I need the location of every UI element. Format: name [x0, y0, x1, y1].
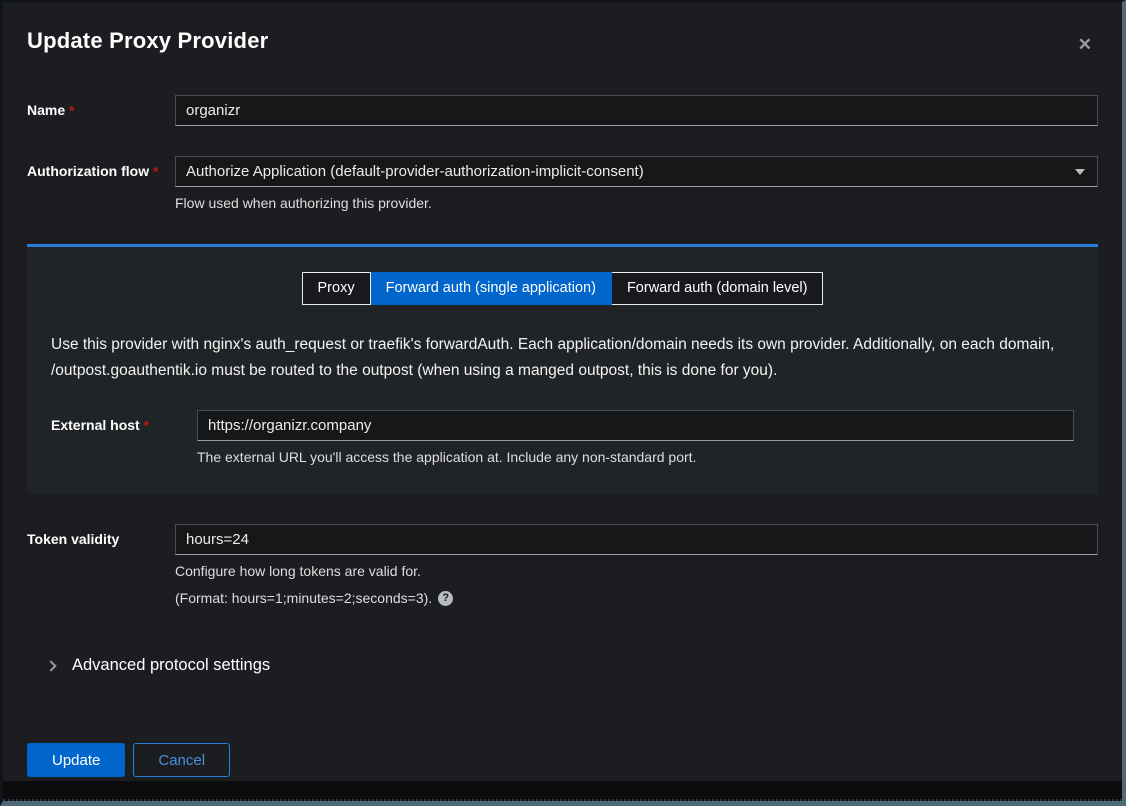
page-background-strip: [3, 781, 1122, 801]
authorization-flow-control-cell: Authorize Application (default-provider-…: [175, 156, 1098, 214]
token-validity-input[interactable]: [175, 524, 1098, 555]
name-label: Name *: [27, 102, 74, 118]
update-proxy-provider-modal: Update Proxy Provider ✕ Name * Authorizat…: [3, 2, 1122, 781]
token-validity-row: Token validity Configure how long tokens…: [27, 524, 1098, 607]
chevron-right-icon: [45, 660, 56, 671]
name-control-cell: [175, 95, 1098, 126]
token-validity-format-help: (Format: hours=1;minutes=2;seconds=3). ?: [175, 590, 1098, 606]
browser-window: Update Proxy Provider ✕ Name * Authorizat…: [0, 0, 1126, 806]
token-validity-label: Token validity: [27, 531, 119, 547]
external-host-row: External host * The external URL you'll a…: [51, 410, 1074, 468]
external-host-input[interactable]: [197, 410, 1074, 441]
advanced-protocol-settings-expander[interactable]: Advanced protocol settings: [47, 656, 1098, 675]
modal-footer: Update Cancel: [27, 743, 1098, 777]
token-validity-label-cell: Token validity: [27, 524, 175, 607]
name-label-cell: Name *: [27, 95, 175, 126]
toggle-proxy[interactable]: Proxy: [302, 272, 371, 305]
toggle-forward-auth-domain-level[interactable]: Forward auth (domain level): [612, 272, 824, 305]
name-field-row: Name *: [27, 95, 1098, 126]
forward-auth-description: Use this provider with nginx's auth_requ…: [51, 332, 1074, 385]
external-host-control-cell: The external URL you'll access the appli…: [197, 410, 1074, 468]
authorization-flow-selected-value: Authorize Application (default-provider-…: [186, 163, 644, 180]
required-asterisk: *: [153, 164, 158, 179]
token-validity-help: Configure how long tokens are valid for.: [175, 562, 1098, 582]
name-input[interactable]: [175, 95, 1098, 126]
authorization-flow-label-cell: Authorization flow *: [27, 156, 175, 214]
name-label-text: Name: [27, 102, 65, 118]
authorization-flow-label-text: Authorization flow: [27, 163, 149, 179]
update-button[interactable]: Update: [27, 743, 125, 777]
authorization-flow-select[interactable]: Authorize Application (default-provider-…: [175, 156, 1098, 187]
modal-title: Update Proxy Provider: [27, 28, 268, 54]
help-question-icon[interactable]: ?: [438, 591, 453, 606]
proxy-mode-toggle-group: Proxy Forward auth (single application) …: [51, 272, 1074, 305]
cancel-button[interactable]: Cancel: [133, 743, 230, 777]
authorization-flow-help: Flow used when authorizing this provider…: [175, 194, 1098, 214]
token-validity-label-text: Token validity: [27, 531, 119, 547]
required-asterisk: *: [69, 103, 74, 118]
proxy-mode-card: Proxy Forward auth (single application) …: [27, 244, 1098, 494]
advanced-protocol-settings-label: Advanced protocol settings: [72, 656, 270, 675]
required-asterisk: *: [144, 418, 149, 433]
chevron-down-icon: [1075, 169, 1085, 175]
external-host-help: The external URL you'll access the appli…: [197, 448, 1074, 468]
token-validity-control-cell: Configure how long tokens are valid for.…: [175, 524, 1098, 607]
close-icon[interactable]: ✕: [1072, 30, 1098, 59]
external-host-label-text: External host: [51, 417, 140, 433]
modal-header: Update Proxy Provider ✕: [27, 28, 1098, 59]
external-host-label: External host *: [51, 417, 149, 433]
token-validity-format-text: (Format: hours=1;minutes=2;seconds=3).: [175, 590, 432, 606]
toggle-forward-auth-single-application[interactable]: Forward auth (single application): [371, 272, 612, 305]
authorization-flow-row: Authorization flow * Authorize Applicatio…: [27, 156, 1098, 214]
external-host-label-cell: External host *: [51, 410, 197, 468]
authorization-flow-label: Authorization flow *: [27, 163, 158, 179]
